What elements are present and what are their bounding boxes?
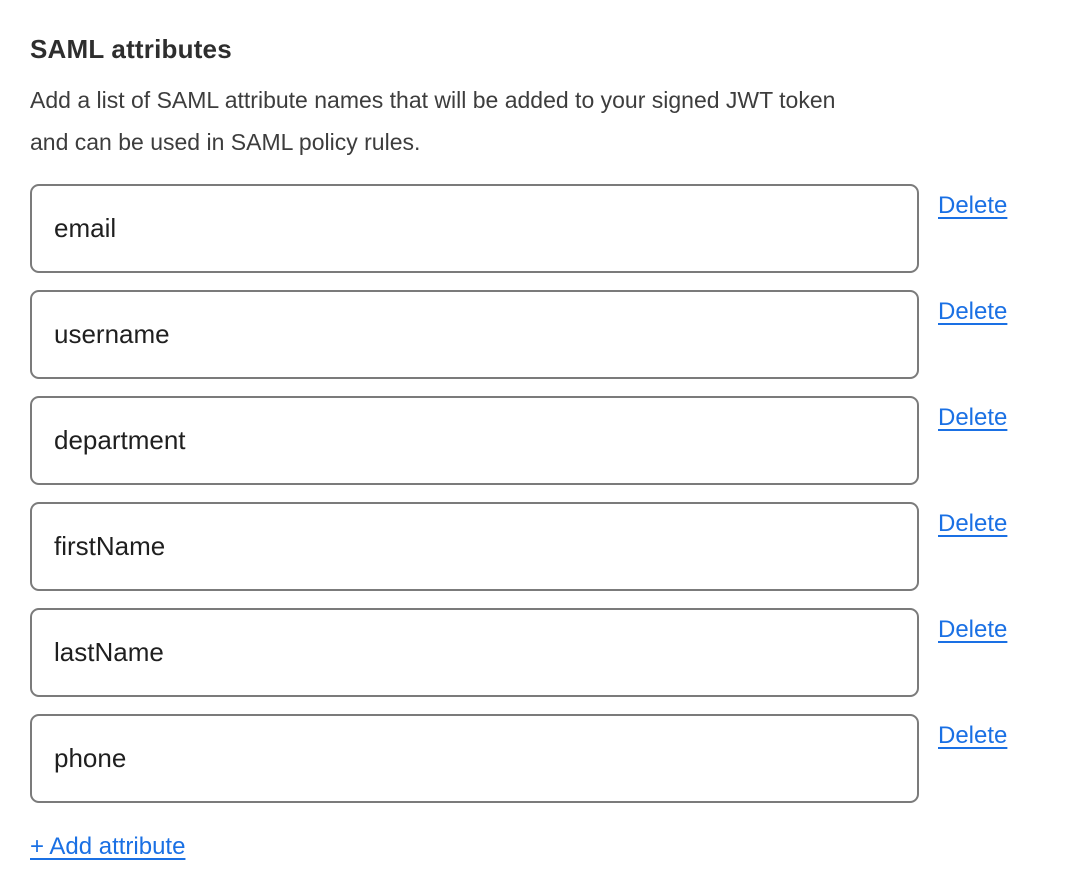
delete-link[interactable]: Delete [938, 404, 1007, 432]
saml-attributes-section: SAML attributes Add a list of SAML attri… [0, 0, 1066, 886]
delete-link[interactable]: Delete [938, 722, 1007, 750]
attribute-input[interactable] [30, 184, 919, 273]
delete-link[interactable]: Delete [938, 192, 1007, 220]
delete-link[interactable]: Delete [938, 616, 1007, 644]
delete-link[interactable]: Delete [938, 298, 1007, 326]
section-description: Add a list of SAML attribute names that … [30, 79, 1036, 163]
attribute-row: Delete [30, 290, 1036, 379]
delete-link[interactable]: Delete [938, 510, 1007, 538]
attribute-input[interactable] [30, 608, 919, 697]
section-description-line1: Add a list of SAML attribute names that … [30, 87, 835, 113]
attribute-row: Delete [30, 396, 1036, 485]
attribute-input[interactable] [30, 714, 919, 803]
attribute-input[interactable] [30, 396, 919, 485]
page-title: SAML attributes [30, 33, 1036, 67]
attribute-row: Delete [30, 608, 1036, 697]
attribute-row: Delete [30, 502, 1036, 591]
attribute-row: Delete [30, 714, 1036, 803]
attribute-input[interactable] [30, 502, 919, 591]
section-description-line2: and can be used in SAML policy rules. [30, 129, 420, 155]
add-attribute-link[interactable]: + Add attribute [30, 833, 185, 862]
attribute-row: Delete [30, 184, 1036, 273]
attribute-input[interactable] [30, 290, 919, 379]
